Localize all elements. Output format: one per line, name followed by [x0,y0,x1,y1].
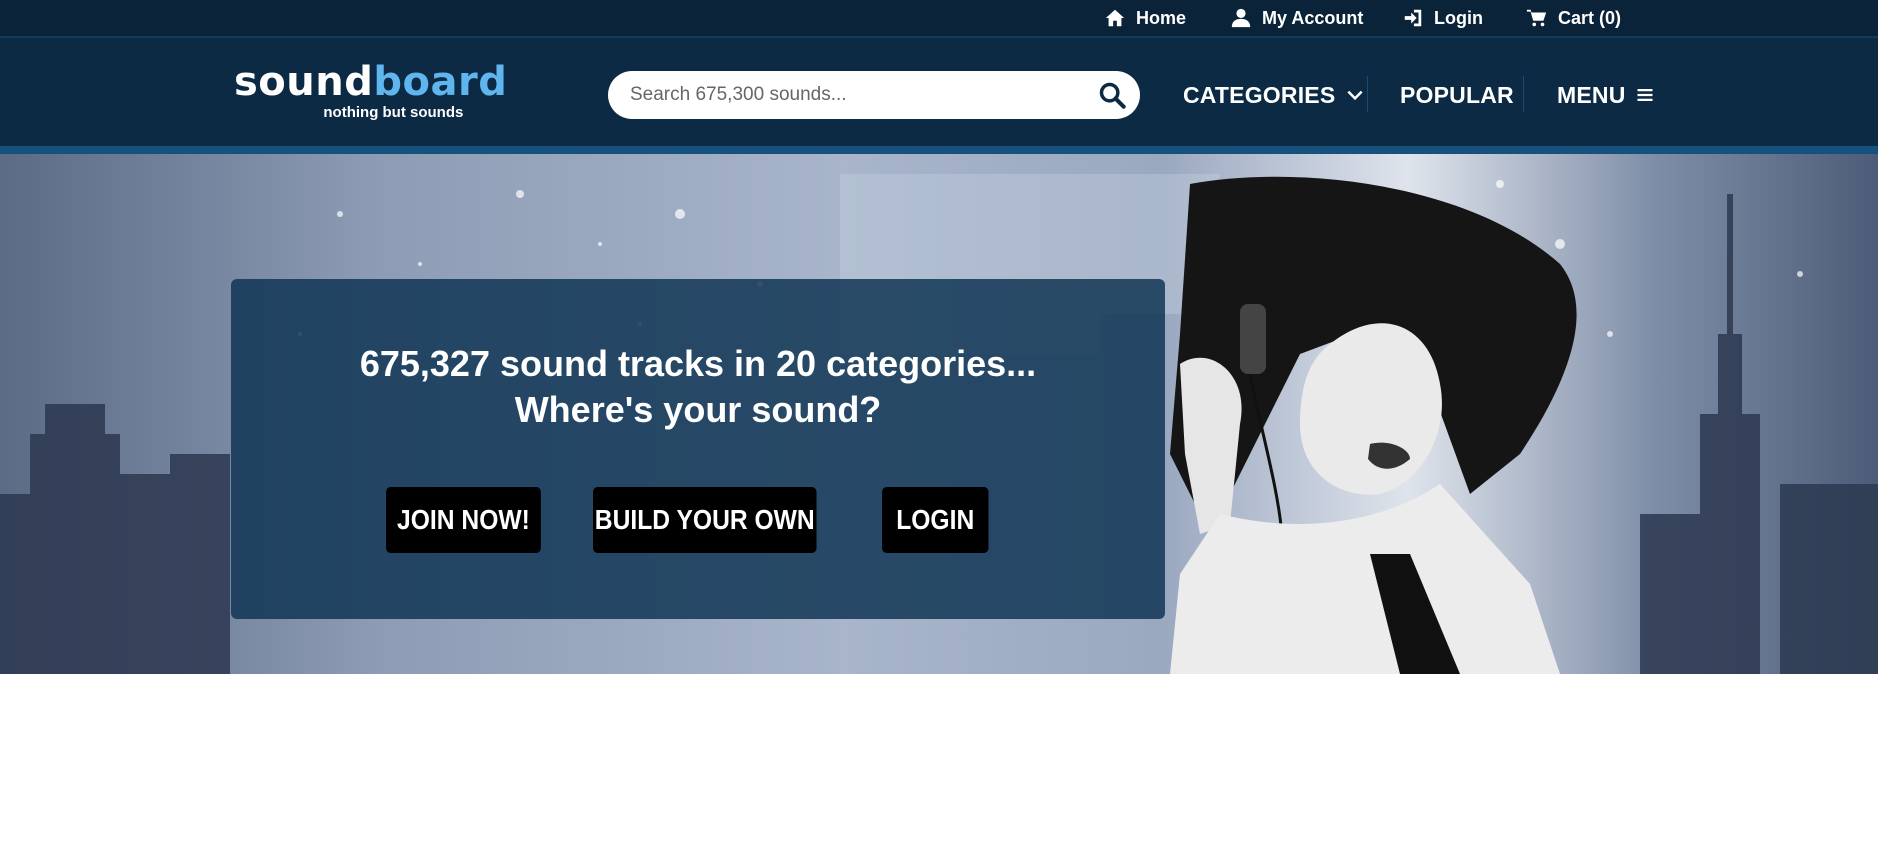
nav-separator [1367,76,1368,112]
login-link[interactable]: Login [1402,0,1483,36]
nav-categories-label: CATEGORIES [1183,81,1336,108]
hero-headline: 675,327 sound tracks in 20 categories...… [231,341,1165,433]
login-link-label: Login [1434,7,1483,28]
search-bar [608,71,1140,119]
hero-login-button[interactable]: LOGIN [882,487,989,553]
logo-part-sound: sound [234,59,374,105]
user-icon [1231,8,1251,28]
logo-tagline: nothing but sounds [323,104,464,121]
nav-menu-label: MENU [1557,81,1626,108]
nav-menu[interactable]: MENU [1557,71,1654,119]
cart-link-label: Cart (0) [1558,7,1622,28]
cart-link[interactable]: Cart (0) [1526,0,1621,36]
nav-popular[interactable]: POPULAR [1400,71,1514,119]
my-account-link[interactable]: My Account [1230,0,1363,36]
header-divider-stripe [0,146,1878,154]
nav-categories[interactable]: CATEGORIES [1183,71,1365,119]
hero-headline-line1: 675,327 sound tracks in 20 categories... [359,343,1037,384]
logo-wordmark: soundboard [234,62,507,102]
chevron-down-icon [1347,90,1363,101]
hamburger-icon [1637,89,1653,101]
cart-icon [1526,9,1547,27]
hero-headline-line2: Where's your sound? [514,389,882,430]
join-now-button[interactable]: JOIN NOW! [386,487,541,553]
search-input[interactable] [630,71,1070,119]
hero-overlay-panel: 675,327 sound tracks in 20 categories...… [231,279,1165,619]
top-utility-bar: Home My Account Login Cart (0) [0,0,1878,36]
login-icon [1404,9,1422,27]
my-account-label: My Account [1262,7,1364,28]
nav-separator [1523,76,1524,112]
build-your-own-button[interactable]: BUILD YOUR OWN [593,487,817,553]
search-icon[interactable] [1098,81,1126,109]
home-link-label: Home [1136,7,1187,28]
logo-part-board: board [373,59,508,105]
home-link[interactable]: Home [1104,0,1186,36]
home-icon [1105,9,1125,27]
nav-popular-label: POPULAR [1400,81,1514,108]
site-logo[interactable]: soundboard nothing but sounds [234,62,507,121]
